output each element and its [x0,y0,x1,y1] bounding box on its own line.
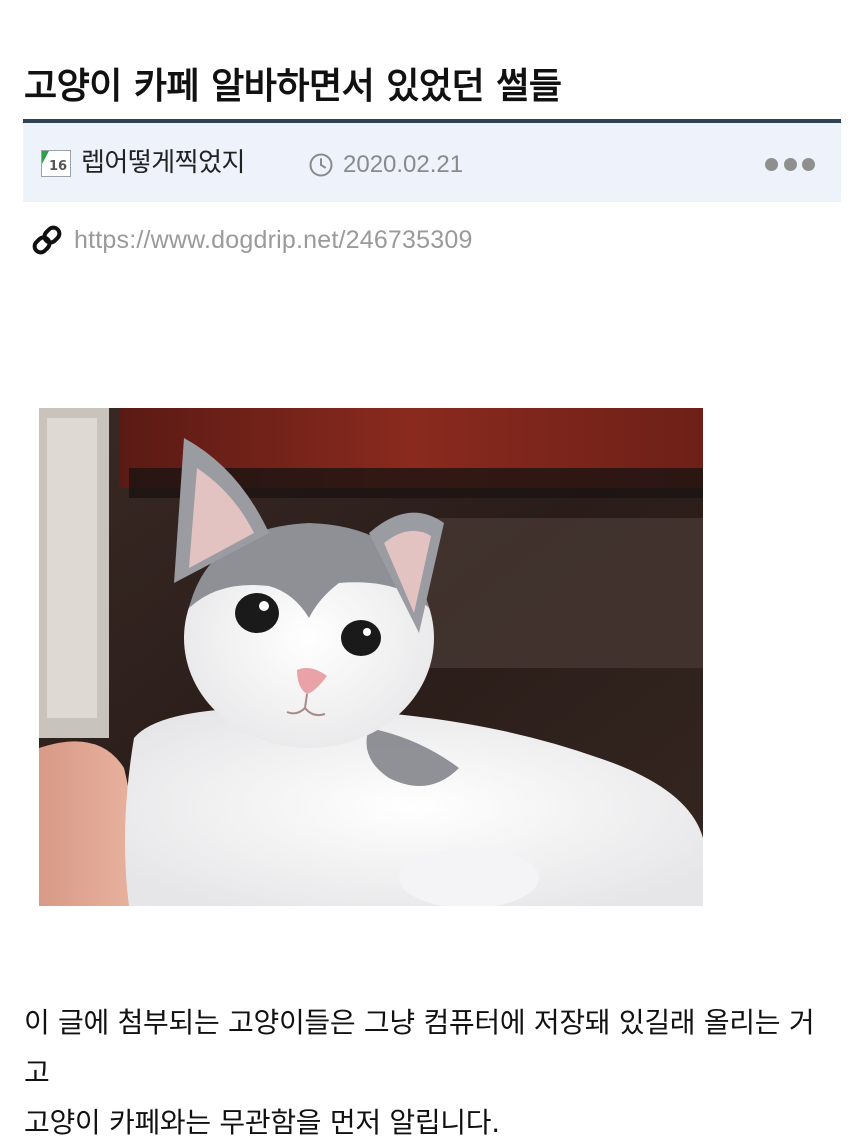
post-link-row: https://www.dogdrip.net/246735309 [30,222,473,258]
post-paragraph: 고양이 카페와는 무관함을 먼저 알립니다. [24,1106,500,1139]
post-url-link[interactable]: https://www.dogdrip.net/246735309 [74,226,473,255]
post-date: 2020.02.21 [343,151,464,178]
link-icon [32,225,62,255]
post-meta-bar: 16 렙어떻게찍었지 2020.02.21 [23,119,841,202]
cat-photo [39,408,703,906]
post-paragraph: 이 글에 첨부되는 고양이들은 그냥 컴퓨터에 저장돼 있길래 올리는 거고 [24,1006,815,1089]
more-options-button[interactable] [765,151,815,177]
clock-icon [309,153,333,177]
post-body: 이 글에 첨부되는 고양이들은 그냥 컴퓨터에 저장돼 있길래 올리는 거고 고… [24,998,834,1148]
level-badge-icon: 16 [41,150,71,177]
more-dots-icon [765,157,778,171]
more-dot [802,157,815,171]
post-title: 고양이 카페 알바하면서 있었던 썰들 [24,66,562,108]
more-dot [783,157,797,171]
level-badge-text: 16 [49,159,67,174]
author-name[interactable]: 렙어떻게찍었지 [81,143,245,183]
